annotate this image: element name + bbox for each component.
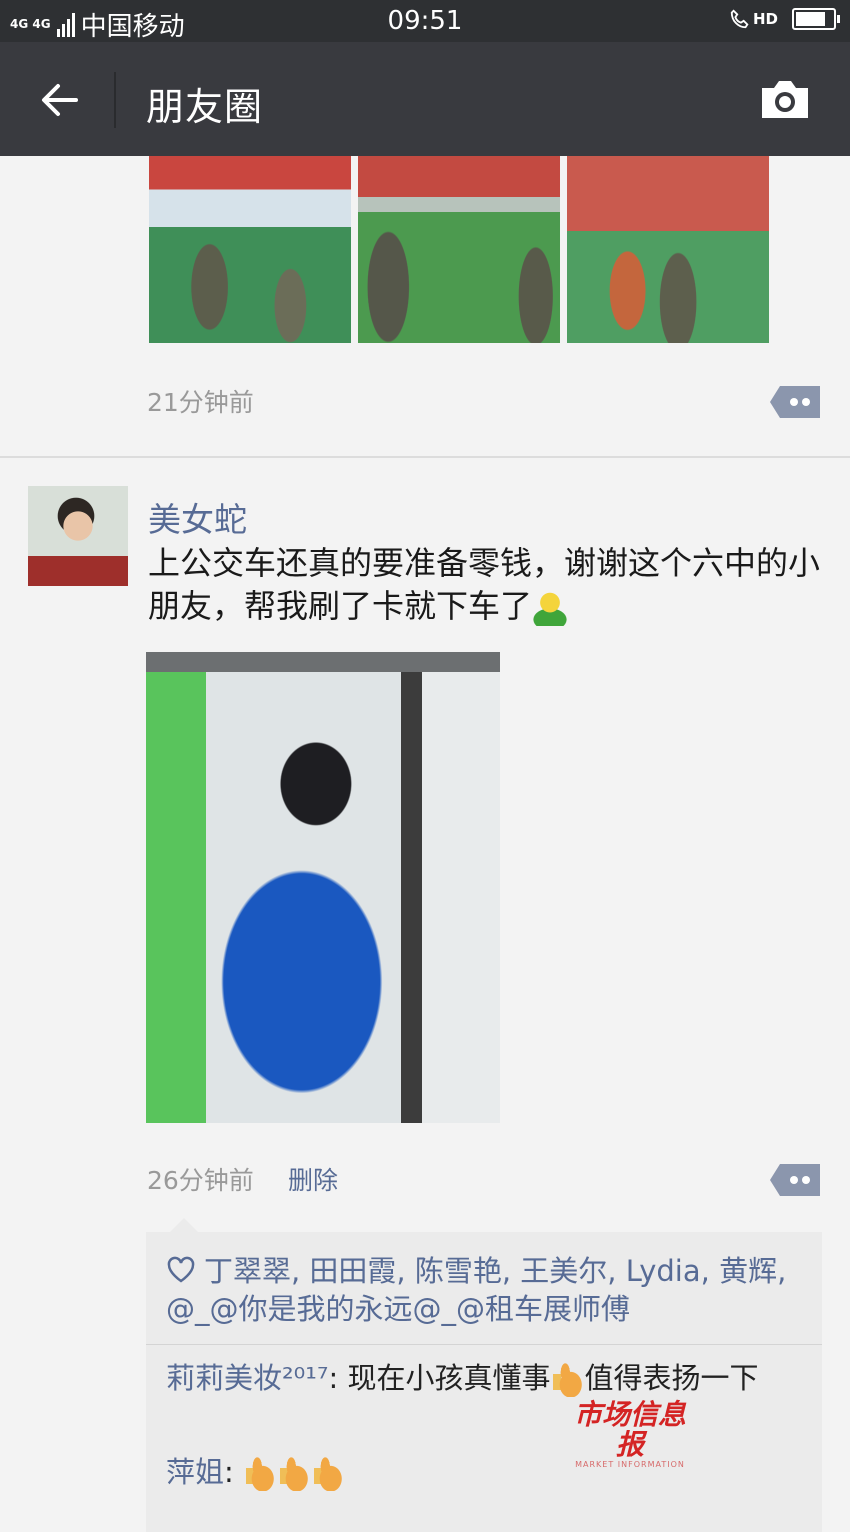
commenter-name[interactable]: 莉莉美妆²⁰¹⁷: [166, 1361, 329, 1395]
post2-comment-button[interactable]: [768, 1162, 822, 1198]
hd-call-icon: HD: [729, 8, 778, 30]
header-divider: [114, 72, 116, 128]
post1-timestamp: 21分钟前: [147, 388, 254, 417]
status-right: HD: [729, 8, 840, 30]
watermark-subtitle: MARKET INFORMATION: [575, 1460, 685, 1469]
page-title: 朋友圈: [146, 85, 264, 129]
watermark-title: 市场信息报: [573, 1398, 686, 1461]
thumbs-up-icon: [311, 1457, 346, 1491]
status-bar: 4G 4G 中国移动 09:51 HD: [0, 0, 850, 42]
phone-icon: [730, 9, 749, 29]
post1-photo-3[interactable]: [567, 156, 769, 343]
delete-link[interactable]: 删除: [288, 1161, 338, 1197]
comment-item[interactable]: 萍姐:: [166, 1452, 806, 1492]
thumbs-up-icon: [277, 1457, 312, 1491]
post2-timestamp: 26分钟前: [147, 1166, 254, 1195]
back-arrow-icon: [42, 84, 78, 116]
commenter-name[interactable]: 萍姐: [166, 1455, 224, 1489]
back-button[interactable]: [36, 76, 84, 124]
comment-separator: :: [224, 1455, 244, 1489]
comment-text-continued: 值得表扬一下: [584, 1361, 759, 1395]
comment-separator: :: [328, 1361, 348, 1395]
comment-dots-icon: [770, 386, 820, 418]
thumbs-up-icon: [550, 1363, 585, 1397]
post1-photo-2[interactable]: [358, 156, 560, 343]
camera-icon: [762, 81, 808, 118]
comment-dots-icon: [770, 1164, 820, 1196]
comment-item[interactable]: 莉莉美妆²⁰¹⁷: 现在小孩真懂事 值得表扬一下: [166, 1358, 806, 1398]
status-time: 09:51: [387, 6, 463, 36]
interaction-box-arrow: [170, 1218, 198, 1232]
post2-photo[interactable]: [146, 652, 500, 1123]
post2-author[interactable]: 美女蛇: [148, 493, 247, 541]
watermark-logo: 市场信息报 MARKET INFORMATION: [570, 1400, 690, 1470]
post2-text-body: 上公交车还真的要准备零钱，谢谢这个六中的小朋友，帮我刷了卡就下车了: [148, 544, 821, 625]
comment-text: 现在小孩真懂事: [347, 1361, 551, 1395]
likes-comments-separator: [146, 1344, 822, 1345]
app-header: 朋友圈: [0, 42, 850, 156]
likes-names: 丁翠翠, 田田霞, 陈雪艳, 王美尔, Lydia, 黄辉, @_@你是我的永远…: [166, 1254, 787, 1326]
post1-comment-button[interactable]: [768, 384, 822, 420]
battery-icon: [792, 8, 840, 30]
post-divider: [0, 456, 850, 458]
thumbs-up-icon: [243, 1457, 278, 1491]
post2-text: 上公交车还真的要准备零钱，谢谢这个六中的小朋友，帮我刷了卡就下车了: [148, 542, 824, 628]
smiley-emoji-icon: [532, 590, 569, 626]
avatar[interactable]: [28, 486, 128, 586]
likes-list[interactable]: 丁翠翠, 田田霞, 陈雪艳, 王美尔, Lydia, 黄辉, @_@你是我的永远…: [166, 1252, 802, 1328]
post1-photo-1[interactable]: [149, 156, 351, 343]
heart-outline-icon: [167, 1256, 195, 1283]
hd-label: HD: [752, 10, 778, 28]
camera-button[interactable]: [758, 76, 812, 122]
battery-level: [796, 12, 825, 26]
